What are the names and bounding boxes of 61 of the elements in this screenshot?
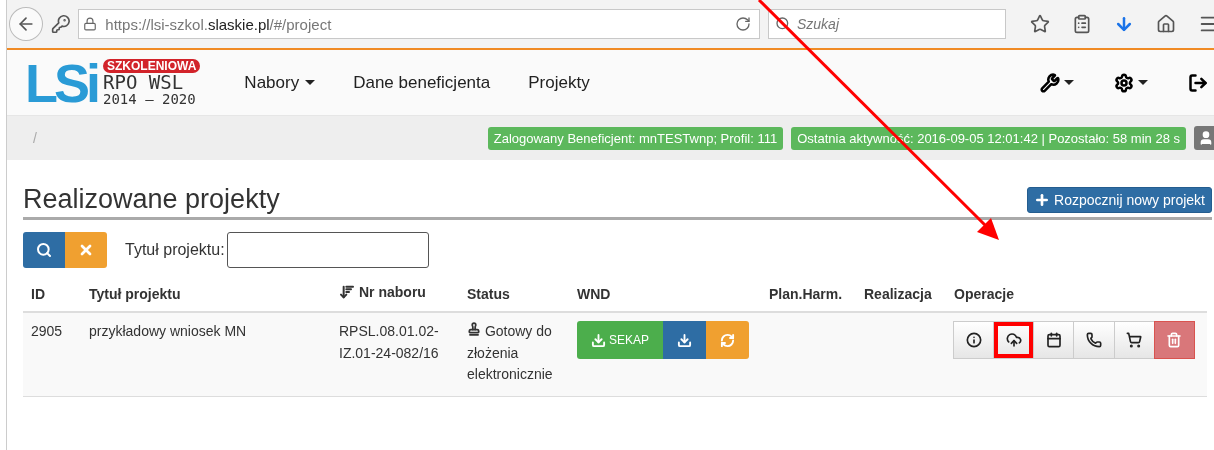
calendar-button[interactable] <box>1033 321 1075 359</box>
cart-button[interactable] <box>1113 321 1155 359</box>
delete-button[interactable] <box>1153 321 1195 359</box>
phone-icon <box>1086 332 1103 348</box>
status-label: Zalogowany Beneficjent: mnTESTwnp; Profil: 111 <box>487 126 784 150</box>
wrench-menu[interactable] <box>1040 72 1074 93</box>
cart-icon <box>1126 332 1143 348</box>
table-cell: RPSL.08.01.02-IZ.01-24-082/16 <box>339 323 439 361</box>
logout-icon <box>1188 72 1208 93</box>
address-bar[interactable]: https://lsi-szkol.slaskie.pl/#/project <box>78 9 760 39</box>
delete-icon <box>1166 332 1183 348</box>
caret-icon <box>305 80 316 85</box>
filter-label: Tytuł projektu: <box>125 241 225 259</box>
star-icon[interactable] <box>1030 14 1050 34</box>
logo-badge: SZKOLENIOWA <box>103 59 201 73</box>
download-icon[interactable] <box>1114 14 1134 34</box>
table-cell: przykładowy wniosek MN <box>89 323 247 339</box>
info-button[interactable] <box>952 321 995 359</box>
stamp-icon <box>467 322 481 336</box>
download-icon <box>591 332 606 348</box>
caret-icon <box>1138 80 1148 85</box>
logo-text: RPO WSL <box>103 73 185 92</box>
search-button[interactable] <box>23 232 65 268</box>
refresh-icon <box>720 332 736 348</box>
nav-item[interactable]: Projekty <box>528 72 590 93</box>
search-icon <box>775 16 791 32</box>
home-icon[interactable] <box>1156 14 1176 34</box>
clipboard-icon[interactable] <box>1072 14 1092 34</box>
download-icon <box>677 332 693 348</box>
search-icon <box>36 242 52 258</box>
logo-mark: LSi <box>25 55 97 110</box>
user-icon <box>1198 130 1214 146</box>
info-icon <box>965 332 982 348</box>
nav-item[interactable]: Nabory <box>244 72 316 93</box>
breadcrumb: / <box>33 130 37 146</box>
plus-icon <box>1034 192 1051 208</box>
reload-icon[interactable] <box>735 16 751 32</box>
nav-item[interactable]: Dane beneficjenta <box>353 72 491 93</box>
table-cell: 2905 <box>31 323 63 339</box>
new-project-button[interactable]: Rozpocznij nowy projekt <box>1027 187 1212 213</box>
phone-button[interactable] <box>1073 321 1115 359</box>
close-icon <box>78 242 94 258</box>
download-button[interactable] <box>663 321 707 359</box>
title-filter-field[interactable] <box>226 232 429 268</box>
calendar-icon <box>1045 332 1062 348</box>
key-icon[interactable] <box>50 14 71 34</box>
gear-icon <box>1114 72 1134 93</box>
logo-years: 2014 – 2020 <box>103 92 197 106</box>
caret-icon <box>1064 80 1074 85</box>
logout-button[interactable] <box>1188 72 1208 93</box>
status-text: Gotowy do złożenia elektronicznie <box>467 323 553 383</box>
search-field[interactable]: Szukaj <box>768 9 1006 39</box>
back-button[interactable] <box>9 7 43 41</box>
lock-icon <box>83 17 98 31</box>
page-title: Realizowane projekty <box>23 184 280 215</box>
upload-icon <box>1005 332 1022 348</box>
wrench-icon <box>1040 72 1060 93</box>
user-button[interactable] <box>1194 126 1214 150</box>
settings-menu[interactable] <box>1114 72 1148 93</box>
upload-button[interactable] <box>993 321 1035 359</box>
url-text: https://lsi-szkol.slaskie.pl/#/project <box>105 15 333 33</box>
